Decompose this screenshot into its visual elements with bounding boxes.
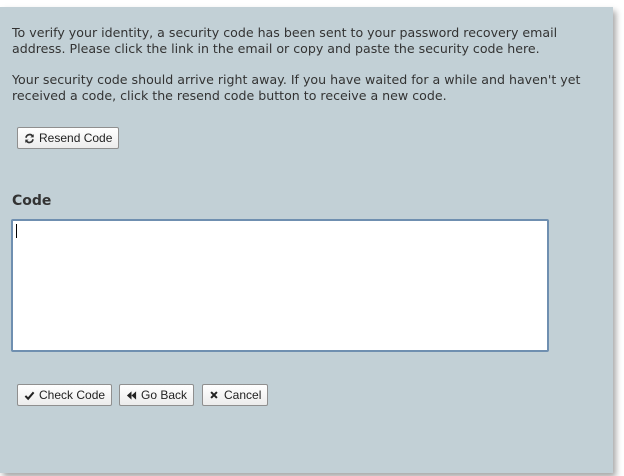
cancel-button[interactable]: Cancel: [202, 384, 269, 406]
check-code-button[interactable]: Check Code: [17, 384, 113, 406]
instructions-paragraph-1: To verify your identity, a security code…: [12, 25, 558, 56]
check-code-label: Check Code: [39, 388, 106, 402]
close-icon: [208, 389, 220, 401]
instructions-paragraph-2: Your security code should arrive right a…: [12, 72, 581, 103]
resend-code-button[interactable]: Resend Code: [17, 127, 120, 149]
rewind-icon: [125, 389, 137, 401]
checkmark-icon: [23, 389, 35, 401]
go-back-button[interactable]: Go Back: [119, 384, 195, 406]
go-back-label: Go Back: [141, 388, 188, 402]
resend-code-label: Resend Code: [39, 131, 113, 145]
code-input[interactable]: [11, 219, 549, 352]
refresh-icon: [23, 132, 35, 144]
cancel-label: Cancel: [224, 388, 262, 402]
text-cursor: [16, 224, 17, 238]
code-label: Code: [12, 193, 52, 209]
